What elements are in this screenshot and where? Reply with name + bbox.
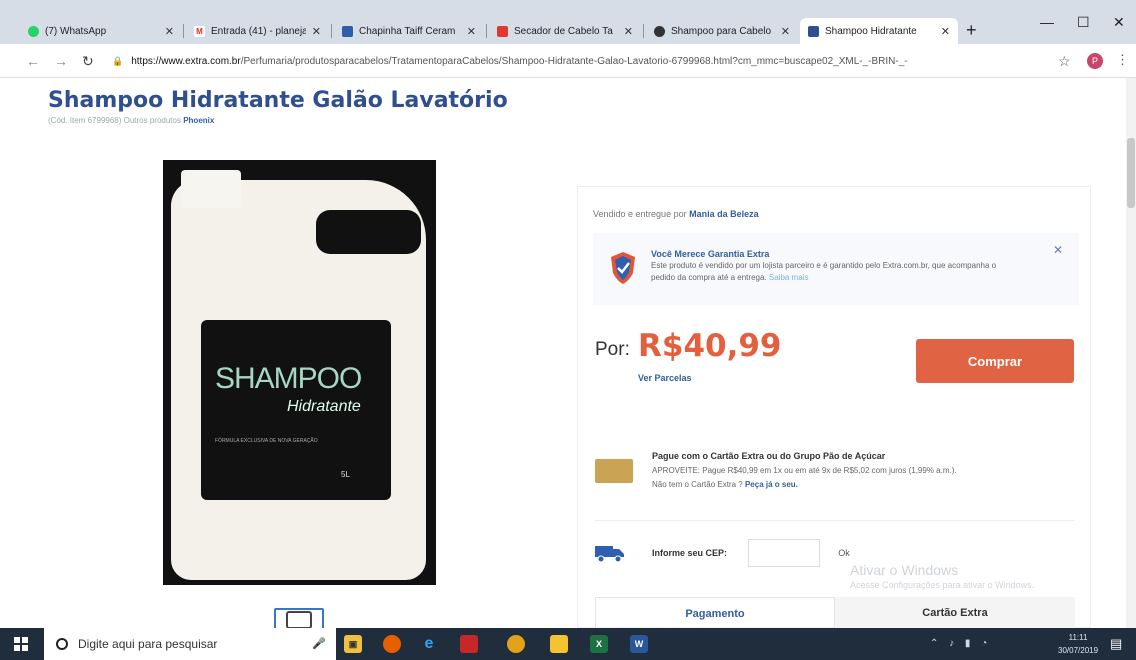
label-sub-text: Hidratante [287, 398, 361, 415]
url-path: /Perfumaria/produtosparacabelos/Tratamen… [240, 55, 908, 67]
tab-extra-card[interactable]: Cartão Extra [835, 597, 1075, 628]
reload-icon[interactable]: ↻ [82, 53, 94, 70]
store-icon [342, 25, 353, 37]
tab-title: Shampoo para Cabelo [671, 25, 772, 37]
word-icon[interactable]: W [630, 635, 648, 653]
guarantee-banner: Você Merece Garantia Extra Este produto … [593, 233, 1079, 305]
whatsapp-icon [28, 25, 39, 37]
tab-secador[interactable]: Secador de Cabelo Ta ✕ [489, 18, 641, 44]
tab-title: Shampoo Hidratante [825, 25, 917, 37]
price-label: Por: [595, 339, 630, 360]
tab-title: (7) WhatsApp [45, 25, 107, 37]
tab-chapinha[interactable]: Chapinha Taiff Ceram ✕ [334, 18, 484, 44]
close-icon[interactable]: ✕ [312, 25, 321, 38]
minimize-button[interactable]: — [1040, 14, 1054, 30]
close-icon[interactable]: ✕ [467, 25, 476, 38]
address-bar[interactable]: 🔒 https://www.extra.com.br /Perfumaria/p… [112, 50, 1072, 72]
store-icon [497, 25, 508, 37]
windows-taskbar: Digite aqui para pesquisar 🎤 ▣ e X W ⌃ ♪… [0, 628, 1136, 660]
browser-toolbar: ← → ↻ 🔒 https://www.extra.com.br /Perfum… [0, 44, 1136, 78]
label-volume: 5L [341, 470, 350, 479]
store-app-icon[interactable]: ▣ [344, 635, 362, 653]
tab-shampoo-para-cabelo[interactable]: Shampoo para Cabelo ✕ [646, 18, 798, 44]
label-small-text: FÓRMULA EXCLUSIVA DE NOVA GERAÇÃO [215, 438, 318, 444]
shopping-icon [654, 25, 665, 37]
tab-title: Entrada (41) - planejar [211, 25, 306, 37]
close-window-button[interactable]: ✕ [1113, 14, 1125, 31]
product-title: Shampoo Hidratante Galão Lavatório [48, 88, 508, 113]
guarantee-text: Este produto é vendido por um lojista pa… [651, 261, 997, 282]
request-card-link[interactable]: Peça já o seu. [745, 480, 798, 489]
close-icon[interactable]: ✕ [781, 25, 790, 38]
cep-input[interactable] [748, 539, 820, 567]
edge-icon[interactable]: e [420, 635, 438, 653]
credit-card-icon [595, 459, 633, 483]
forward-icon[interactable]: → [54, 53, 68, 69]
cortana-icon [56, 638, 68, 650]
url-domain: https://www.extra.com.br [131, 55, 241, 67]
product-label: SHAMPOO Hidratante FÓRMULA EXCLUSIVA DE … [201, 320, 391, 500]
bookmark-star-icon[interactable]: ☆ [1058, 53, 1071, 70]
product-code-text: (Cód. Item 6799968) Outros produtos [48, 116, 181, 125]
tab-gmail[interactable]: M Entrada (41) - planejar ✕ [186, 18, 329, 44]
back-icon[interactable]: ← [26, 53, 40, 69]
browser-tab-strip: (7) WhatsApp ✕ M Entrada (41) - planejar… [0, 0, 1136, 44]
buy-button[interactable]: Comprar [916, 339, 1074, 383]
screen: (7) WhatsApp ✕ M Entrada (41) - planejar… [0, 0, 1136, 660]
microphone-icon[interactable]: 🎤 [312, 637, 326, 650]
product-code: (Cód. Item 6799968) Outros produtos Phoe… [48, 116, 214, 125]
tab-title: Chapinha Taiff Ceram [359, 25, 456, 37]
windows-start-icon[interactable] [14, 637, 28, 651]
image-thumbnail[interactable] [274, 608, 324, 628]
taskbar-search-box[interactable]: Digite aqui para pesquisar [44, 628, 336, 660]
jug-shape: SHAMPOO Hidratante FÓRMULA EXCLUSIVA DE … [171, 170, 426, 580]
tab-title: Secador de Cabelo Ta [514, 25, 613, 37]
lock-icon: 🔒 [112, 55, 124, 66]
label-main-text: SHAMPOO [215, 362, 362, 395]
card-offer-title: Pague com o Cartão Extra ou do Grupo Pão… [652, 451, 886, 461]
chrome-icon[interactable] [507, 635, 525, 653]
close-icon[interactable]: ✕ [1053, 243, 1063, 257]
tab-payment[interactable]: Pagamento [595, 597, 835, 628]
firefox-icon[interactable] [383, 635, 401, 653]
price: R$40,99 [638, 328, 782, 364]
guarantee-title: Você Merece Garantia Extra [651, 249, 770, 259]
pdf-app-icon[interactable] [460, 635, 478, 653]
product-image[interactable]: SHAMPOO Hidratante FÓRMULA EXCLUSIVA DE … [163, 160, 436, 585]
page-content: Shampoo Hidratante Galão Lavatório (Cód.… [0, 78, 1136, 628]
taskbar-clock[interactable]: 11:11 30/07/2019 [1058, 631, 1098, 657]
installments-link[interactable]: Ver Parcelas [638, 373, 692, 383]
profile-avatar[interactable]: P [1087, 53, 1103, 69]
close-icon[interactable]: ✕ [941, 25, 950, 38]
card-offer-text: APROVEITE: Pague R$40,99 em 1x ou em até… [652, 466, 957, 489]
tab-whatsapp[interactable]: (7) WhatsApp ✕ [20, 18, 182, 44]
page-scrollbar[interactable] [1126, 78, 1136, 628]
close-icon[interactable]: ✕ [624, 25, 633, 38]
search-placeholder: Digite aqui para pesquisar [78, 637, 218, 651]
gmail-icon: M [194, 25, 205, 37]
close-icon[interactable]: ✕ [165, 25, 174, 38]
windows-activation-title: Ativar o Windows [850, 562, 959, 578]
excel-icon[interactable]: X [590, 635, 608, 653]
tab-shampoo-hidratante[interactable]: Shampoo Hidratante ✕ [800, 18, 958, 44]
windows-activation-sub: Acesse Configurações para ativar o Windo… [850, 580, 1035, 590]
maximize-button[interactable]: ☐ [1077, 14, 1090, 31]
learn-more-link[interactable]: Saiba mais [769, 273, 809, 282]
cep-label: Informe seu CEP: [652, 548, 728, 558]
more-menu-icon[interactable]: ⋮ [1116, 52, 1129, 68]
extra-icon [808, 25, 819, 37]
shield-icon [611, 252, 635, 284]
seller-info: Vendido e entregue por Mania da Beleza [593, 209, 759, 219]
system-tray-icons[interactable]: ⌃ ♪ ▮ ◔ [930, 638, 991, 649]
brand-link[interactable]: Phoenix [183, 116, 214, 125]
truck-icon [595, 546, 624, 562]
buy-box: Vendido e entregue por Mania da Beleza V… [577, 186, 1091, 628]
new-tab-button[interactable]: + [966, 20, 977, 41]
notification-icon[interactable]: ▤ [1110, 636, 1122, 652]
file-explorer-icon[interactable] [550, 635, 568, 653]
seller-link[interactable]: Mania da Beleza [689, 209, 759, 219]
